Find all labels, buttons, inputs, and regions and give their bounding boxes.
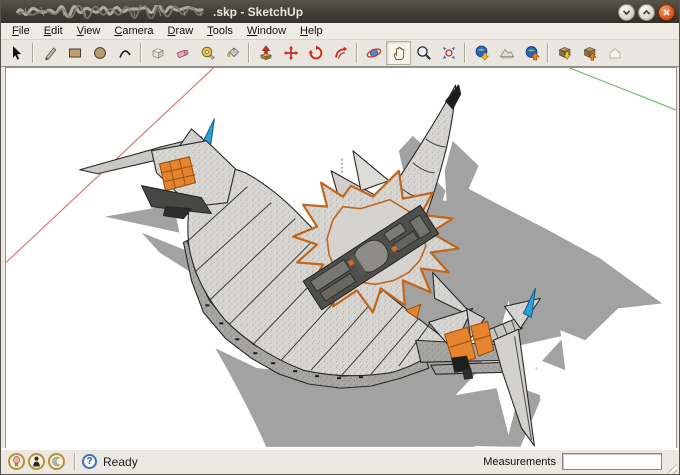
circle-icon <box>93 47 106 59</box>
chevron-up-icon <box>642 9 651 15</box>
resize-grip[interactable] <box>664 461 677 474</box>
help-icon[interactable]: ? <box>82 454 97 469</box>
measurements-input[interactable] <box>562 453 662 470</box>
terrain-icon <box>499 48 514 59</box>
push-pull-tool-button[interactable] <box>253 41 278 65</box>
canvas-frame <box>1 67 679 448</box>
toolbar-separator <box>140 43 142 63</box>
bulb-icon <box>13 456 20 467</box>
select-tool-button[interactable] <box>4 41 29 65</box>
rotate-tool-button[interactable] <box>303 41 328 65</box>
status-bar: ? Ready Measurements <box>1 448 679 474</box>
sketchup-window: .skp - SketchUp File Edit View Camera Dr… <box>0 0 680 475</box>
crescent-icon <box>52 456 61 467</box>
magnifier-icon <box>416 46 431 60</box>
share-models-button[interactable] <box>577 41 602 65</box>
person-icon <box>33 456 40 467</box>
zoom-extents-tool-button[interactable] <box>436 41 461 65</box>
offset-icon <box>334 46 347 59</box>
crescent-status-button[interactable] <box>48 453 65 470</box>
menu-item-edit[interactable]: Edit <box>37 24 70 38</box>
menu-item-file[interactable]: File <box>5 24 37 38</box>
share-component-button[interactable] <box>602 41 627 65</box>
redacted-filename-scribble <box>15 5 204 19</box>
arc-tool-button[interactable] <box>112 41 137 65</box>
eraser-icon <box>176 49 189 58</box>
menu-bar: File Edit View Camera Draw Tools Window … <box>1 23 679 40</box>
status-text: Ready <box>103 454 138 469</box>
toolbar-separator <box>356 43 358 63</box>
toolbar-separator <box>464 43 466 63</box>
warehouse-upload-icon <box>583 47 596 61</box>
left-wing <box>79 118 236 220</box>
maximize-button[interactable] <box>638 3 655 21</box>
menu-item-tools[interactable]: Tools <box>200 24 240 38</box>
make-component-tool-button[interactable] <box>145 41 170 65</box>
push-pull-icon <box>259 45 272 61</box>
model-credit-button[interactable] <box>8 453 25 470</box>
offset-tool-button[interactable] <box>328 41 353 65</box>
pan-tool-button[interactable] <box>386 41 411 65</box>
rectangle-tool-button[interactable] <box>62 41 87 65</box>
orbit-icon <box>366 48 381 58</box>
toolbar-separator <box>547 43 549 63</box>
menu-item-camera[interactable]: Camera <box>107 24 160 38</box>
measurements-label: Measurements <box>483 455 556 468</box>
green-axis-line <box>567 67 677 111</box>
menu-item-help[interactable]: Help <box>293 24 330 38</box>
get-models-button[interactable] <box>552 41 577 65</box>
rotate-icon <box>308 45 322 60</box>
title-bar[interactable]: .skp - SketchUp <box>1 1 679 23</box>
select-arrow-icon <box>12 46 21 60</box>
statusbar-separator <box>74 452 76 471</box>
tape-measure-tool-button[interactable] <box>195 41 220 65</box>
zoom-extents-icon <box>442 47 455 59</box>
zoom-tool-button[interactable] <box>411 41 436 65</box>
paint-bucket-tool-button[interactable] <box>220 41 245 65</box>
main-toolbar <box>1 40 679 67</box>
toolbar-separator <box>248 43 250 63</box>
toolbar-separator <box>32 43 34 63</box>
pan-hand-icon <box>393 46 404 60</box>
globe-download-icon <box>475 45 489 61</box>
move-icon <box>283 45 298 61</box>
minimize-button[interactable] <box>618 3 635 21</box>
component-box-icon <box>151 48 164 59</box>
orbit-tool-button[interactable] <box>361 41 386 65</box>
rectangle-icon <box>68 48 81 58</box>
eraser-tool-button[interactable] <box>170 41 195 65</box>
paint-bucket-icon <box>226 47 239 58</box>
right-wing-dark-detail-2 <box>462 367 474 380</box>
pencil-icon <box>44 47 56 61</box>
circle-tool-button[interactable] <box>87 41 112 65</box>
move-tool-button[interactable] <box>278 41 303 65</box>
place-model-button[interactable] <box>519 41 544 65</box>
house-icon <box>609 47 620 59</box>
menu-item-view[interactable]: View <box>70 24 108 38</box>
warehouse-download-icon <box>558 47 571 60</box>
globe-upload-icon <box>525 46 540 61</box>
window-title: .skp - SketchUp <box>213 5 304 19</box>
get-current-view-button[interactable] <box>469 41 494 65</box>
menu-item-draw[interactable]: Draw <box>161 24 201 38</box>
close-button[interactable] <box>658 3 675 21</box>
author-credit-button[interactable] <box>28 453 45 470</box>
toggle-terrain-button[interactable] <box>494 41 519 65</box>
line-tool-button[interactable] <box>37 41 62 65</box>
model-viewport[interactable] <box>5 67 677 448</box>
close-icon <box>663 8 670 16</box>
arc-icon <box>118 50 131 58</box>
tape-measure-icon <box>201 46 215 60</box>
menu-item-window[interactable]: Window <box>240 24 293 38</box>
chevron-down-icon <box>622 9 631 15</box>
